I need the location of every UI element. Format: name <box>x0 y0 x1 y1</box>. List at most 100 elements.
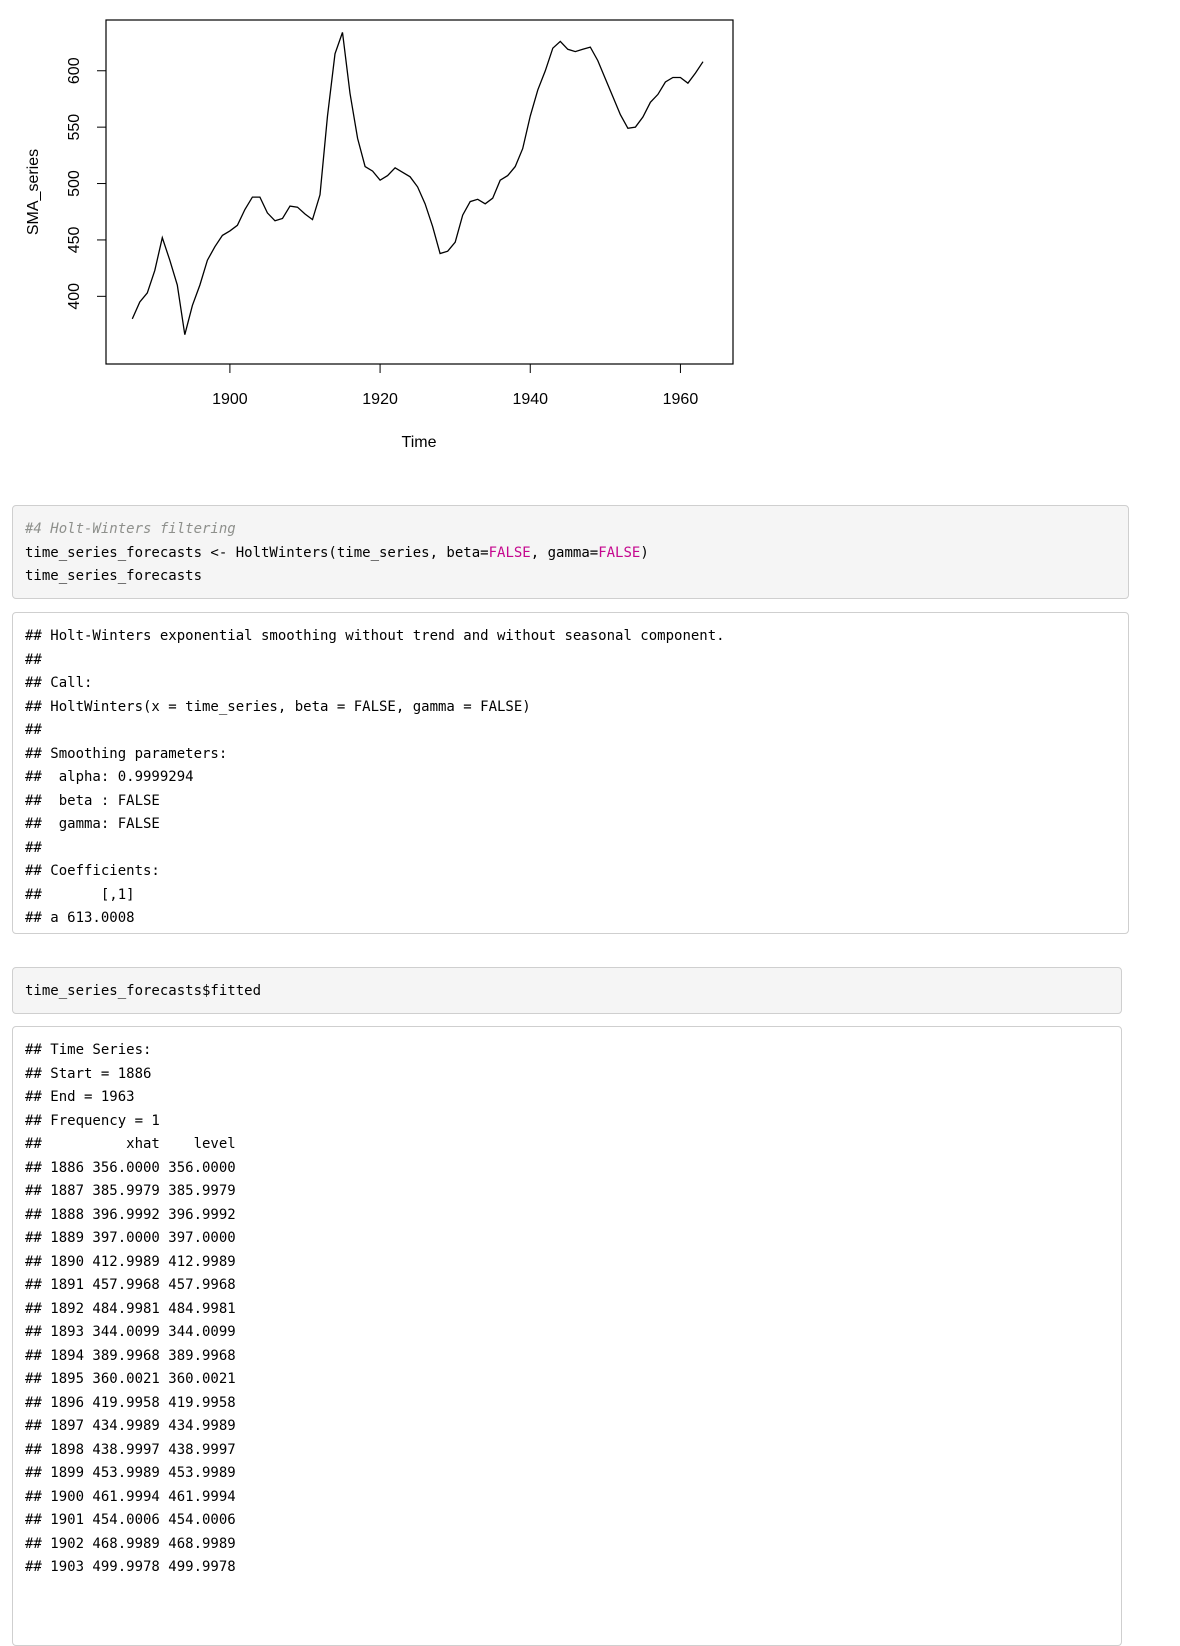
y-axis: 400 450 500 550 600 <box>66 57 107 310</box>
code-text: ## alpha: 0.9999294 <box>25 769 194 785</box>
output-line: ## 1891 457.9968 457.9968 <box>25 1274 1111 1298</box>
x-tick-label: 1940 <box>512 391 548 408</box>
output-line: ## 1889 397.0000 397.0000 <box>25 1227 1111 1251</box>
output-line: ## 1888 396.9992 396.9992 <box>25 1204 1111 1228</box>
output-line: ## 1895 360.0021 360.0021 <box>25 1368 1111 1392</box>
code-text: ## HoltWinters(x = time_series, beta = F… <box>25 698 531 715</box>
code-text: ## 1894 389.9968 389.9968 <box>25 1347 236 1364</box>
code-text: ## [,1] <box>25 886 135 903</box>
code-text: ## 1888 396.9992 396.9992 <box>25 1206 236 1223</box>
code-text: ## 1899 453.9989 453.9989 <box>25 1465 236 1481</box>
output-line: ## <box>25 649 1118 673</box>
x-tick-label: 1960 <box>663 391 699 408</box>
code-text: ## Frequency = 1 <box>25 1112 160 1129</box>
x-axis: 1900 1920 1940 1960 <box>212 363 699 408</box>
output-line: ## 1893 344.0099 344.0099 <box>25 1321 1111 1345</box>
y-tick-label: 500 <box>66 170 83 197</box>
output-chunk-holtwinters: ## Holt-Winters exponential smoothing wi… <box>12 612 1129 934</box>
output-line: ## 1890 412.9989 412.9989 <box>25 1251 1111 1275</box>
code-text: ## 1893 344.0099 344.0099 <box>25 1324 236 1340</box>
code-text: ## xhat level <box>25 1136 236 1152</box>
code-text: ## 1887 385.9979 385.9979 <box>25 1183 236 1199</box>
output-line: ## Start = 1886 <box>25 1063 1111 1087</box>
code-line: time_series_forecasts$fitted <box>25 980 1111 1004</box>
sma-line-chart: 400 450 500 550 600 1900 1920 1940 1960 SMA_ser… <box>25 19 734 451</box>
code-text: ## 1891 457.9968 457.9968 <box>25 1277 236 1293</box>
code-text: ) <box>640 544 649 561</box>
output-line: ## 1896 419.9958 419.9958 <box>25 1392 1111 1416</box>
y-tick-label: 600 <box>66 57 83 84</box>
output-line: ## Time Series: <box>25 1039 1111 1063</box>
code-line: #4 Holt-Winters filtering <box>25 518 1118 542</box>
code-line: time_series_forecasts <- HoltWinters(tim… <box>25 542 1118 566</box>
output-line: ## Smoothing parameters: <box>25 743 1118 767</box>
output-line: ## 1897 434.9989 434.9989 <box>25 1415 1111 1439</box>
code-text: ## Holt-Winters exponential smoothing wi… <box>25 628 725 644</box>
code-text: ## beta : FALSE <box>25 792 160 809</box>
code-keyword: FALSE <box>598 544 641 561</box>
code-text: ## <box>25 722 42 738</box>
output-line: ## a 613.0008 <box>25 907 1118 931</box>
code-comment: #4 Holt-Winters filtering <box>25 521 236 537</box>
output-line: ## 1894 389.9968 389.9968 <box>25 1345 1111 1369</box>
output-line: ## HoltWinters(x = time_series, beta = F… <box>25 696 1118 720</box>
output-line: ## 1898 438.9997 438.9997 <box>25 1439 1111 1463</box>
code-text: ## gamma: FALSE <box>25 816 160 832</box>
output-line: ## Call: <box>25 672 1118 696</box>
code-text: ## a 613.0008 <box>25 910 135 926</box>
code-keyword: FALSE <box>488 544 531 561</box>
output-line: ## beta : FALSE <box>25 790 1118 814</box>
output-line: ## Frequency = 1 <box>25 1110 1111 1134</box>
code-text: ## 1889 397.0000 397.0000 <box>25 1230 236 1246</box>
code-text: ## Coefficients: <box>25 863 160 879</box>
code-line: time_series_forecasts <box>25 565 1118 589</box>
output-line: ## End = 1963 <box>25 1086 1111 1110</box>
y-tick-label: 450 <box>66 226 83 253</box>
code-text: time_series_forecasts <- HoltWinters(tim… <box>25 544 489 561</box>
code-text: ## 1896 419.9958 419.9958 <box>25 1394 236 1411</box>
code-text: ## 1902 468.9989 468.9989 <box>25 1535 236 1552</box>
code-text: ## Start = 1886 <box>25 1065 152 1082</box>
code-text: , gamma= <box>530 544 599 561</box>
code-chunk-fitted: time_series_forecasts$fitted <box>12 967 1122 1014</box>
code-text: ## Time Series: <box>25 1042 152 1058</box>
output-line: ## [,1] <box>25 884 1118 908</box>
output-chunk-fitted: ## Time Series: ## Start = 1886 ## End = 1… <box>12 1026 1122 1646</box>
code-text: ## <box>25 651 42 668</box>
output-line: ## Coefficients: <box>25 860 1118 884</box>
code-text: time_series_forecasts <box>25 568 203 584</box>
code-text: ## 1886 356.0000 356.0000 <box>25 1159 236 1176</box>
output-line: ## 1886 356.0000 356.0000 <box>25 1157 1111 1181</box>
output-line: ## xhat level <box>25 1133 1111 1157</box>
output-line: ## 1900 461.9994 461.9994 <box>25 1486 1111 1510</box>
output-line: ## 1899 453.9989 453.9989 <box>25 1462 1111 1486</box>
output-line: ## <box>25 837 1118 861</box>
output-line: ## gamma: FALSE <box>25 813 1118 837</box>
output-line: ## alpha: 0.9999294 <box>25 766 1118 790</box>
output-line: ## 1902 468.9989 468.9989 <box>25 1533 1111 1557</box>
code-text: ## 1895 360.0021 360.0021 <box>25 1371 236 1387</box>
x-axis-label: Time <box>402 434 437 451</box>
code-text: ## 1903 499.9978 499.9978 <box>25 1559 236 1575</box>
code-text: ## 1897 434.9989 434.9989 <box>25 1418 236 1434</box>
y-tick-label: 550 <box>66 114 83 141</box>
code-text: time_series_forecasts$fitted <box>25 983 262 999</box>
code-text: ## 1892 484.9981 484.9981 <box>25 1300 236 1317</box>
x-tick-label: 1900 <box>212 391 248 408</box>
output-line: ## 1901 454.0006 454.0006 <box>25 1509 1111 1533</box>
code-text: ## 1890 412.9989 412.9989 <box>25 1253 236 1270</box>
output-line: ## 1887 385.9979 385.9979 <box>25 1180 1111 1204</box>
y-tick-label: 400 <box>66 283 83 310</box>
output-line: ## <box>25 719 1118 743</box>
code-text: ## 1901 454.0006 454.0006 <box>25 1512 236 1528</box>
code-chunk-holtwinters: #4 Holt-Winters filtering time_series_for… <box>12 505 1129 599</box>
code-text: ## End = 1963 <box>25 1089 135 1105</box>
output-line: ## 1903 499.9978 499.9978 <box>25 1556 1111 1580</box>
code-text: ## 1898 438.9997 438.9997 <box>25 1441 236 1458</box>
output-line: ## 1892 484.9981 484.9981 <box>25 1298 1111 1322</box>
output-line: ## Holt-Winters exponential smoothing wi… <box>25 625 1118 649</box>
y-axis-label: SMA_series <box>25 149 42 235</box>
code-text: ## Smoothing parameters: <box>25 745 228 762</box>
x-tick-label: 1920 <box>362 391 398 408</box>
code-text: ## Call: <box>25 675 93 691</box>
